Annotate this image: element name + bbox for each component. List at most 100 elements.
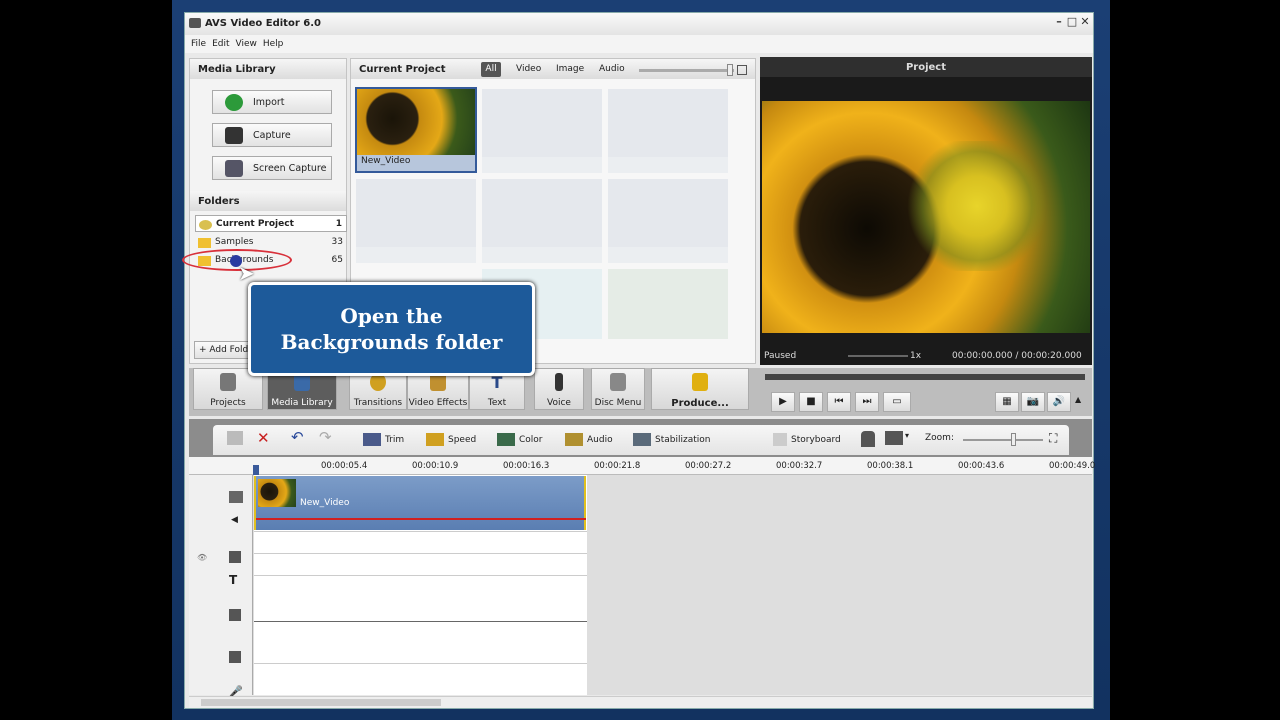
audio-icon [565, 433, 583, 446]
menu-file[interactable]: File [191, 39, 206, 49]
track-visibility-icon[interactable]: 👁 [197, 553, 207, 562]
delete-icon[interactable]: ✕ [257, 429, 270, 447]
speed-icon [426, 433, 444, 446]
track-divider [254, 531, 587, 532]
yellow-flowers [902, 141, 1052, 271]
plus-icon [225, 94, 243, 111]
timeline-toolbar: ✕ ↶ ↷ Trim Speed Color Audio Stabilizati… [213, 425, 1069, 455]
disc-menu-icon [610, 373, 626, 391]
ruler-tick: 00:00:43.6 [958, 461, 1005, 471]
filter-image[interactable]: Image [556, 64, 584, 74]
playback-time: 00:00:00.000 / 00:00:20.000 [952, 351, 1082, 361]
display-mode-icon[interactable] [885, 431, 903, 445]
preview-title: Project [760, 57, 1092, 77]
ruler-tick: 00:00:32.7 [776, 461, 823, 471]
next-frame-button[interactable]: ⏭ [855, 392, 879, 412]
effects-track-icon [229, 551, 241, 563]
audio-button[interactable]: Audio [565, 429, 613, 447]
label: Stabilization [655, 435, 711, 445]
text-track-icon: T [229, 573, 238, 587]
window-title: AVS Video Editor 6.0 [205, 18, 321, 29]
import-button[interactable]: Import [212, 90, 332, 114]
speed-button[interactable]: Speed [426, 429, 476, 447]
filter-video[interactable]: Video [516, 64, 541, 74]
stabilization-icon [633, 433, 651, 446]
disc-menu-button[interactable]: Disc Menu [591, 368, 645, 410]
fullscreen-button[interactable]: ▭ [883, 392, 911, 412]
media-item-label: New_Video [361, 156, 411, 166]
label: Disc Menu [594, 398, 642, 408]
horizontal-scrollbar[interactable] [189, 696, 1092, 708]
ruler-tick: 00:00:21.8 [594, 461, 641, 471]
filter-all[interactable]: All [481, 62, 501, 77]
add-folder-button[interactable]: + Add Fold [194, 341, 254, 359]
ruler-tick: 00:00:38.1 [867, 461, 914, 471]
stabilization-button[interactable]: Stabilization [633, 429, 710, 447]
slider-handle[interactable] [727, 64, 733, 76]
menu-help[interactable]: Help [263, 39, 284, 49]
label: Color [519, 435, 543, 445]
folder-current-project[interactable]: Current Project 1 [195, 215, 347, 232]
folder-count: 33 [331, 237, 343, 247]
folder-name: Samples [215, 237, 254, 247]
track-headers: ◀ 👁 T 🎤 [189, 475, 253, 698]
timeline: 00:00:05.4 00:00:10.9 00:00:16.3 00:00:2… [189, 457, 1096, 698]
track-divider [254, 575, 587, 576]
playhead[interactable] [253, 465, 259, 475]
filter-audio[interactable]: Audio [599, 64, 625, 74]
seek-bar[interactable] [765, 374, 1085, 380]
thumb-size-slider[interactable] [639, 69, 734, 72]
menu-edit[interactable]: Edit [212, 39, 229, 49]
zoom-label: Zoom: [925, 433, 954, 443]
folder-samples[interactable]: Samples 33 [195, 234, 347, 251]
playback-status: Paused [764, 351, 797, 361]
capture-button[interactable]: Capture [212, 123, 332, 147]
video-track-icon [229, 491, 243, 503]
redo-icon[interactable]: ↷ [319, 428, 332, 446]
snapshot-button[interactable]: 📷 [1021, 392, 1045, 412]
label: Video Effects [408, 398, 468, 408]
video-preview [762, 101, 1090, 333]
undo-icon[interactable]: ↶ [291, 428, 304, 446]
split-view-button[interactable]: ▦ [995, 392, 1019, 412]
media-placeholder [608, 179, 728, 263]
fit-timeline-icon[interactable]: ⛶ [1049, 431, 1057, 446]
voice-record-icon[interactable] [861, 431, 875, 447]
storyboard-toggle[interactable]: Storyboard [773, 429, 841, 447]
speed-slider[interactable] [848, 355, 908, 357]
screen-capture-button[interactable]: Screen Capture [212, 156, 332, 180]
media-item-new-video[interactable]: New_Video [355, 87, 477, 173]
close-icon[interactable]: ✕ [1079, 16, 1091, 28]
audio-volume-line[interactable] [256, 518, 586, 520]
microphone-icon [555, 373, 563, 391]
audio-track-icon: ◀ [231, 515, 238, 525]
ruler-tick: 00:00:49.0 [1049, 461, 1096, 471]
timeline-toolbar-bg: ✕ ↶ ↷ Trim Speed Color Audio Stabilizati… [189, 419, 1092, 457]
scrollbar-thumb[interactable] [201, 699, 441, 706]
volume-button[interactable]: 🔊 [1047, 392, 1071, 412]
play-button[interactable]: ▶ [771, 392, 795, 412]
folders-title: Folders [190, 191, 346, 211]
media-placeholder [608, 269, 728, 339]
timeline-clip-new-video[interactable]: New_Video [254, 476, 586, 530]
dropdown-icon[interactable]: ▾ [905, 431, 909, 440]
projects-icon [220, 373, 236, 391]
menu-view[interactable]: View [236, 39, 257, 49]
ruler-tick: 00:00:10.9 [412, 461, 459, 471]
maximize-icon[interactable]: □ [1066, 16, 1078, 28]
screen-capture-label: Screen Capture [253, 163, 327, 174]
zoom-slider[interactable] [963, 439, 1043, 441]
previous-frame-button[interactable]: ⏮ [827, 392, 851, 412]
folder-icon [198, 238, 211, 248]
color-button[interactable]: Color [497, 429, 543, 447]
volume-expand-icon[interactable]: ▲ [1075, 395, 1081, 404]
split-icon[interactable] [227, 431, 243, 445]
track-divider [254, 553, 587, 554]
label: Projects [210, 398, 246, 408]
voice-button[interactable]: Voice [534, 368, 584, 410]
zoom-slider-handle[interactable] [1011, 433, 1016, 446]
produce-button[interactable]: Produce... [651, 368, 749, 410]
trim-button[interactable]: Trim [363, 429, 404, 447]
stop-button[interactable]: ■ [799, 392, 823, 412]
minimize-icon[interactable]: – [1053, 16, 1065, 28]
